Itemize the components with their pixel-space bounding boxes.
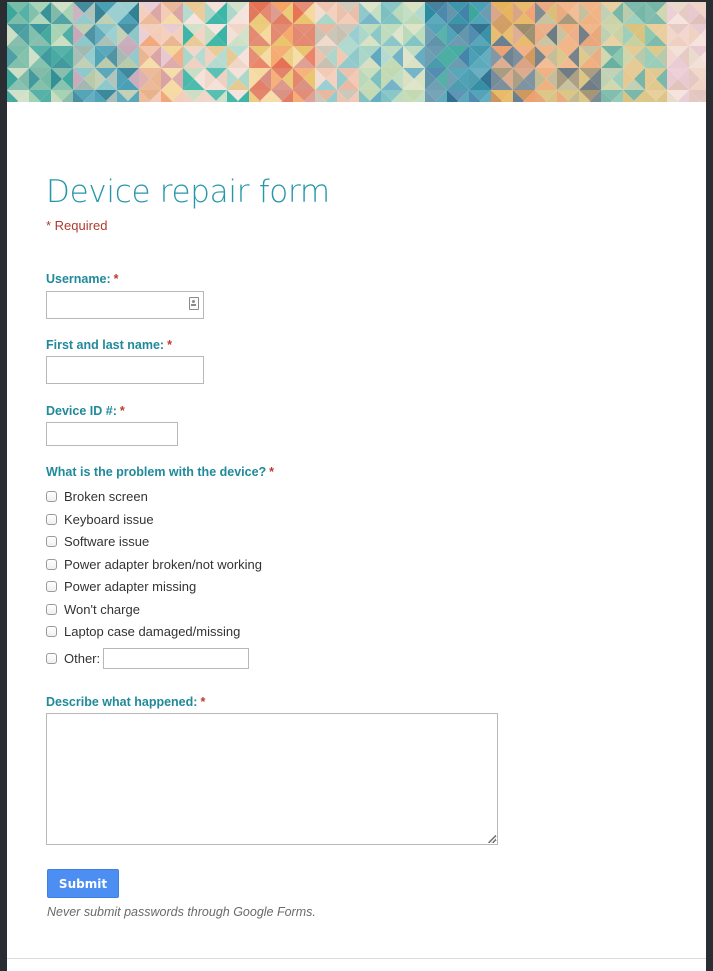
- required-note: * Required: [46, 218, 108, 233]
- device-id-input[interactable]: [46, 422, 178, 446]
- full-name-input[interactable]: [46, 356, 204, 384]
- checkbox-option-wont-charge[interactable]: Won't charge: [46, 600, 140, 618]
- description-textarea[interactable]: [46, 713, 498, 845]
- checkbox[interactable]: [46, 490, 57, 502]
- checkbox-label: Laptop case damaged/missing: [64, 623, 241, 639]
- checkbox-option-keyboard-issue[interactable]: Keyboard issue: [46, 510, 154, 528]
- checkbox[interactable]: [46, 580, 57, 592]
- checkbox-label: Keyboard issue: [64, 511, 154, 527]
- checkbox-option-other[interactable]: Other:: [46, 647, 250, 669]
- checkbox[interactable]: [46, 603, 57, 615]
- checkbox[interactable]: [46, 558, 57, 570]
- username-input[interactable]: [46, 291, 204, 319]
- required-star: *: [113, 272, 119, 286]
- footer-divider: [7, 958, 706, 959]
- checkbox-label: Power adapter broken/not working: [64, 556, 263, 572]
- checkbox-label: Power adapter missing: [64, 578, 197, 594]
- checkbox-option-power-adapter-broken[interactable]: Power adapter broken/not working: [46, 555, 262, 573]
- full-name-label: First and last name: *: [46, 338, 172, 352]
- submit-button[interactable]: Submit: [47, 869, 119, 898]
- checkbox[interactable]: [46, 652, 57, 664]
- checkbox-label: Other:: [64, 650, 101, 666]
- other-text-input[interactable]: [103, 647, 250, 669]
- username-label: Username: *: [46, 272, 119, 286]
- required-star: *: [119, 404, 125, 418]
- required-star: *: [167, 338, 172, 352]
- header-banner-image: [7, 2, 706, 102]
- checkbox-label: Broken screen: [64, 488, 148, 504]
- username-field-wrapper: [46, 291, 204, 319]
- checkbox-option-power-adapter-missing[interactable]: Power adapter missing: [46, 577, 196, 595]
- description-label-text: Describe what happened:: [46, 695, 198, 709]
- checkbox-option-laptop-case[interactable]: Laptop case damaged/missing: [46, 622, 240, 640]
- password-disclaimer: Never submit passwords through Google Fo…: [47, 905, 316, 919]
- required-star: *: [269, 465, 275, 479]
- description-label: Describe what happened: *: [46, 695, 205, 709]
- checkbox-option-software-issue[interactable]: Software issue: [46, 532, 149, 550]
- full-name-label-text: First and last name:: [46, 338, 165, 352]
- username-label-text: Username:: [46, 272, 111, 286]
- checkbox[interactable]: [46, 535, 57, 547]
- required-star: *: [200, 695, 206, 709]
- problem-label: What is the problem with the device? *: [46, 465, 274, 479]
- form-title: Device repair form: [46, 174, 330, 210]
- form-card: Device repair form * Required Username: *…: [7, 2, 706, 971]
- checkbox[interactable]: [46, 625, 57, 637]
- checkbox-label: Won't charge: [64, 601, 140, 617]
- contact-card-autofill-icon[interactable]: [189, 297, 199, 310]
- checkbox[interactable]: [46, 513, 57, 525]
- problem-label-text: What is the problem with the device?: [46, 465, 267, 479]
- device-id-label: Device ID #: *: [46, 404, 125, 418]
- checkbox-option-broken-screen[interactable]: Broken screen: [46, 487, 148, 505]
- resize-grip-icon[interactable]: [488, 835, 496, 843]
- device-id-label-text: Device ID #:: [46, 404, 117, 418]
- banner-pattern: [7, 2, 706, 102]
- checkbox-label: Software issue: [64, 533, 150, 549]
